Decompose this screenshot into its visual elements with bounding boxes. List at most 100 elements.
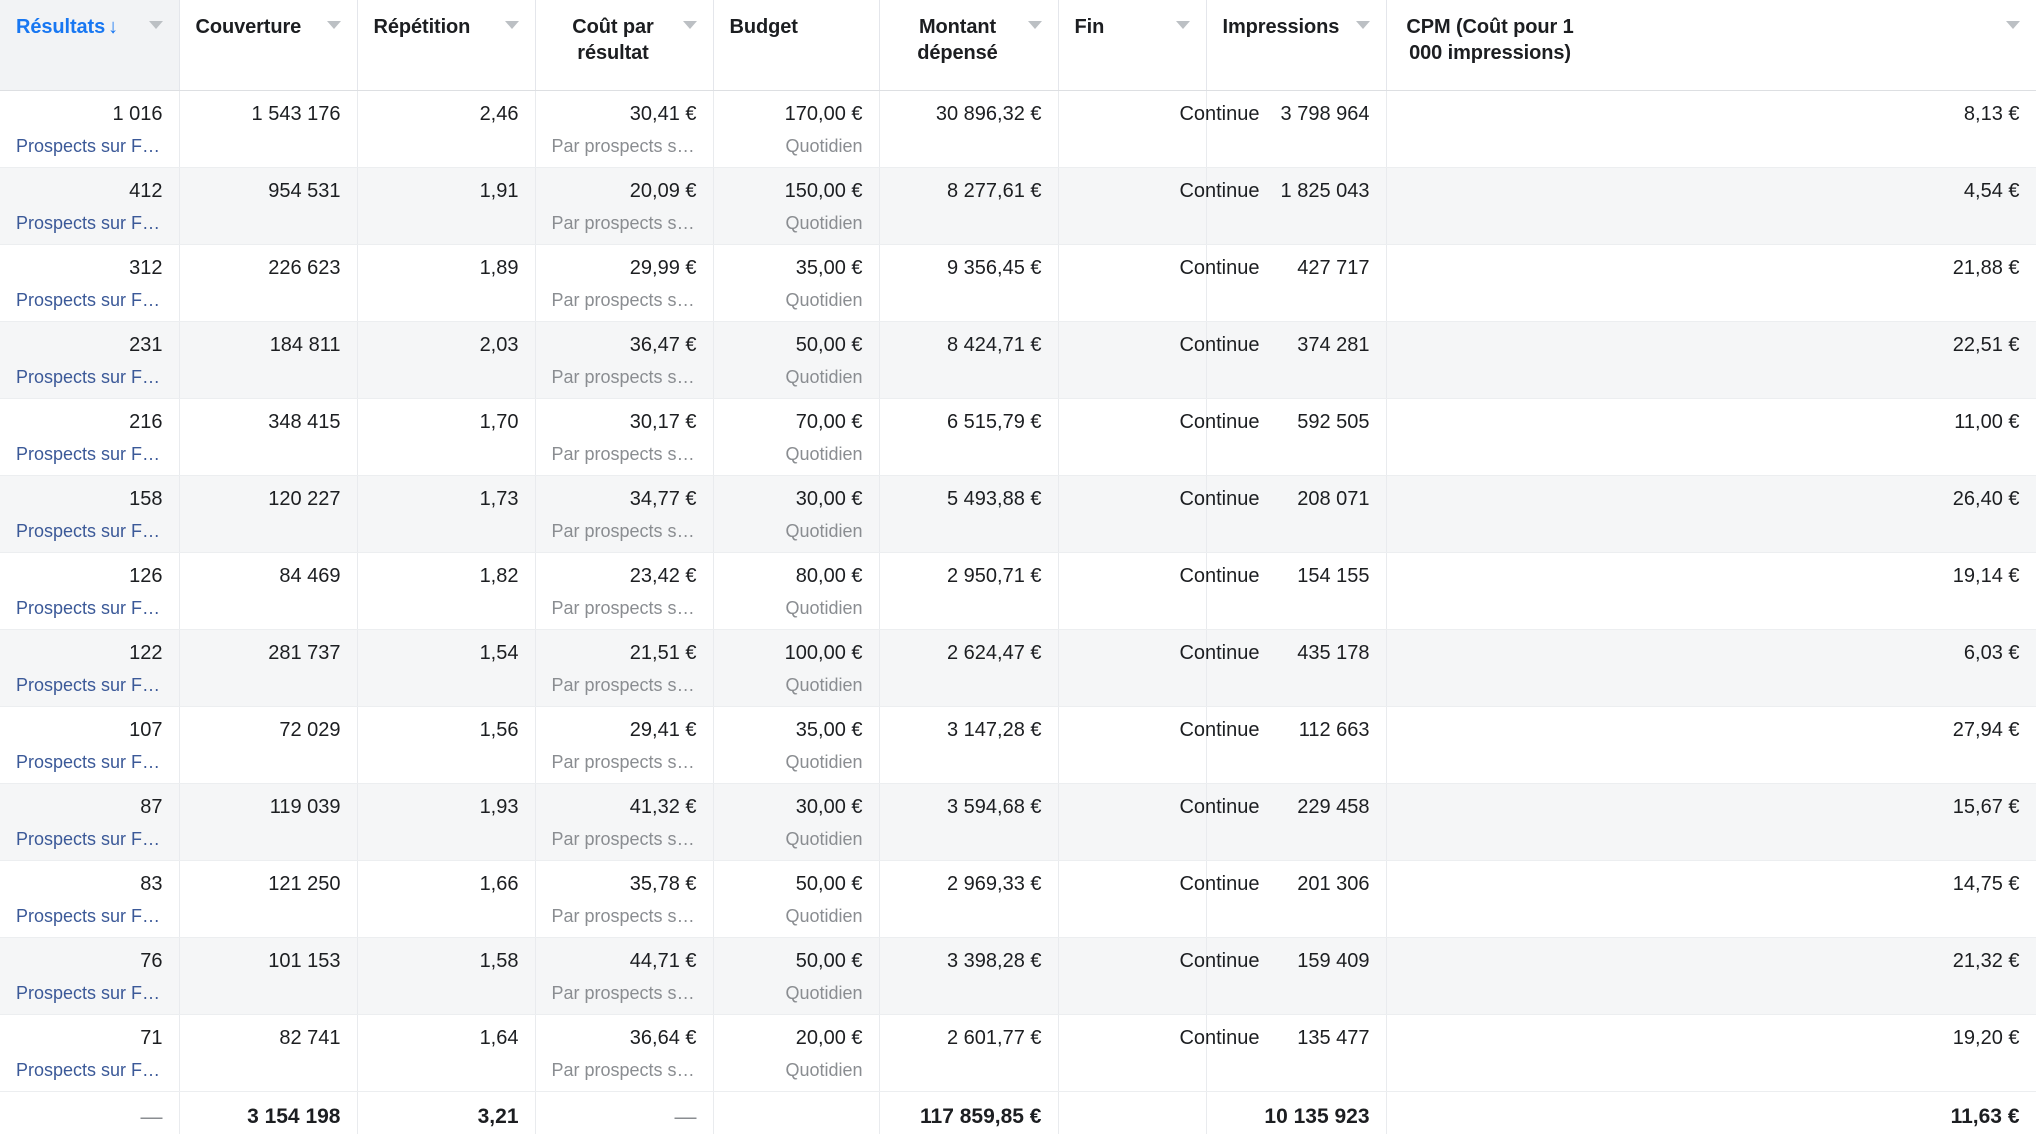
column-header-frequency[interactable]: Répétition [357,0,536,91]
ads-metrics-table: Résultats ↓ Couverture Répétition Coût p… [0,0,2036,1134]
cell-results-caption[interactable]: Prospects sur Faceb… [16,595,163,621]
column-header-amount-spent[interactable]: Montant dépensé [879,0,1059,91]
cell-budget-value: 30,00 € [795,795,863,818]
cell-budget-caption: Quotidien [785,520,863,541]
table-row[interactable]: 71 Prospects sur Faceb… 82 741 1,64 36,64 € P… [0,1014,2036,1092]
column-header-cost-per-result[interactable]: Coût par résultat [535,0,714,91]
cell-cost-per-result: 41,32 € Par prospects sur Fa… [535,783,714,861]
cell-budget: 35,00 € Quotidien [713,244,880,322]
cell-reach: 120 227 [179,475,358,553]
cell-results-caption[interactable]: Prospects sur Faceb… [16,210,163,236]
cell-reach: 281 737 [179,629,358,707]
totals-cpm-value: 11,63 € [1950,1104,2020,1128]
cell-results-caption[interactable]: Prospects sur Faceb… [16,980,163,1006]
cell-cost-per-result-caption: Par prospects sur Fa… [551,366,697,387]
chevron-down-icon-cost-per-result[interactable] [682,21,697,29]
cell-results-caption[interactable]: Prospects sur Faceb… [16,518,163,544]
cell-results-caption[interactable]: Prospects sur Faceb… [16,903,163,929]
table-row[interactable]: 216 Prospects sur Faceb… 348 415 1,70 30,17 … [0,398,2036,476]
column-header-end[interactable]: Fin [1058,0,1207,91]
cell-cpm-value: 19,20 € [1952,1026,2020,1049]
totals-cell-impressions: 10 135 923 Total [1206,1090,1387,1134]
cell-results-caption[interactable]: Prospects sur Faceb… [16,749,163,775]
table-row[interactable]: 158 Prospects sur Faceb… 120 227 1,73 34,77 … [0,475,2036,553]
cell-reach: 954 531 [179,167,358,245]
cell-budget-caption: Quotidien [785,597,863,618]
cell-results-caption[interactable]: Prospects sur Faceb… [16,287,163,313]
cell-reach: 101 153 [179,937,358,1015]
cell-budget-caption: Quotidien [785,828,863,849]
cell-frequency: 1,70 [357,398,536,476]
table-row[interactable]: 122 Prospects sur Faceb… 281 737 1,54 21,51 … [0,629,2036,707]
cell-cpm: 8,13 € [1386,90,2036,168]
cell-budget-caption: Quotidien [785,289,863,310]
cell-reach-value: 101 153 [268,949,341,972]
table-row[interactable]: 107 Prospects sur Faceb… 72 029 1,56 29,41 €… [0,706,2036,784]
cell-cost-per-result: 29,41 € Par prospects sur Fa… [535,706,714,784]
cell-results-caption[interactable]: Prospects sur Faceb… [16,1057,163,1083]
cell-results-caption[interactable]: Prospects sur Faceb… [16,133,163,159]
cell-end: Continue [1058,244,1260,322]
chevron-down-icon-impressions[interactable] [1355,21,1370,29]
table-header: Résultats ↓ Couverture Répétition Coût p… [0,0,2036,91]
cell-frequency: 1,82 [357,552,536,630]
cell-reach-value: 82 741 [279,1026,341,1049]
table-row[interactable]: 76 Prospects sur Faceb… 101 153 1,58 44,71 €… [0,937,2036,1015]
totals-cell-end [1058,1090,1207,1134]
chevron-down-icon-amount-spent[interactable] [1027,21,1042,29]
cell-end-value: Continue [1179,949,1260,972]
cell-cost-per-result-caption: Par prospects sur Fa… [551,674,697,695]
cell-cost-per-result: 34,77 € Par prospects sur Fa… [535,475,714,553]
table-row[interactable]: 83 Prospects sur Faceb… 121 250 1,66 35,78 €… [0,860,2036,938]
table-row[interactable]: 231 Prospects sur Faceb… 184 811 2,03 36,47 … [0,321,2036,399]
chevron-down-icon-cpm[interactable] [2005,21,2020,29]
cell-cost-per-result: 29,99 € Par prospects sur Fa… [535,244,714,322]
chevron-down-icon-results[interactable] [148,21,163,29]
cell-cost-per-result-caption: Par prospects sur Fa… [551,828,697,849]
cell-results-caption[interactable]: Prospects sur Faceb… [16,826,163,852]
chevron-down-icon-reach[interactable] [326,21,341,29]
chevron-down-icon-end[interactable] [1175,21,1190,29]
cell-results: 312 Prospects sur Faceb… [0,244,180,322]
cell-end: Continue [1058,398,1260,476]
cell-cost-per-result-caption: Par prospects sur Fa… [551,520,697,541]
table-row[interactable]: 412 Prospects sur Faceb… 954 531 1,91 20,09 … [0,167,2036,245]
column-header-results[interactable]: Résultats ↓ [0,0,180,91]
cell-budget-value: 20,00 € [795,1026,863,1049]
cell-frequency: 1,66 [357,860,536,938]
cell-frequency-value: 1,82 [479,564,519,587]
cell-reach: 184 811 [179,321,358,399]
cell-budget-caption: Quotidien [785,982,863,1003]
cell-cpm-value: 11,00 € [1954,410,2020,433]
column-header-amount-spent-label: Montant dépensé [917,16,998,65]
cell-end: Continue [1058,783,1260,861]
cell-cpm-value: 19,14 € [1952,564,2020,587]
cell-end-value: Continue [1179,179,1260,202]
cell-frequency: 2,03 [357,321,536,399]
cell-frequency-value: 1,56 [479,718,519,741]
cell-reach-value: 120 227 [268,487,341,510]
totals-cell-budget [713,1090,880,1134]
column-header-budget[interactable]: Budget [713,0,880,91]
cell-results-caption[interactable]: Prospects sur Faceb… [16,364,163,390]
table-row[interactable]: 1 016 Prospects sur Faceb… 1 543 176 2,46 30… [0,90,2036,168]
cell-cost-per-result-value: 35,78 € [629,872,697,895]
cell-cpm: 22,51 € [1386,321,2036,399]
table-row[interactable]: 126 Prospects sur Faceb… 84 469 1,82 23,42 €… [0,552,2036,630]
cell-budget-value: 50,00 € [795,949,863,972]
cell-frequency-value: 1,66 [479,872,519,895]
totals-amount-spent-value: 117 859,85 € [920,1104,1042,1128]
table-row[interactable]: 87 Prospects sur Faceb… 119 039 1,93 41,32 €… [0,783,2036,861]
table-row[interactable]: 312 Prospects sur Faceb… 226 623 1,89 29,99 … [0,244,2036,322]
cell-results-value: 107 [129,718,163,741]
column-header-reach[interactable]: Couverture [179,0,358,91]
column-header-cpm[interactable]: CPM (Coût pour 1 000 impressions) [1386,0,2036,91]
cell-cpm: 21,32 € [1386,937,2036,1015]
column-header-impressions[interactable]: Impressions [1206,0,1387,91]
cell-cpm-value: 15,67 € [1952,795,2020,818]
cell-results-caption[interactable]: Prospects sur Faceb… [16,672,163,698]
cell-results-caption[interactable]: Prospects sur Faceb… [16,441,163,467]
cell-cost-per-result-value: 30,41 € [629,102,697,125]
chevron-down-icon-frequency[interactable] [504,21,519,29]
cell-cost-per-result-value: 41,32 € [629,795,697,818]
